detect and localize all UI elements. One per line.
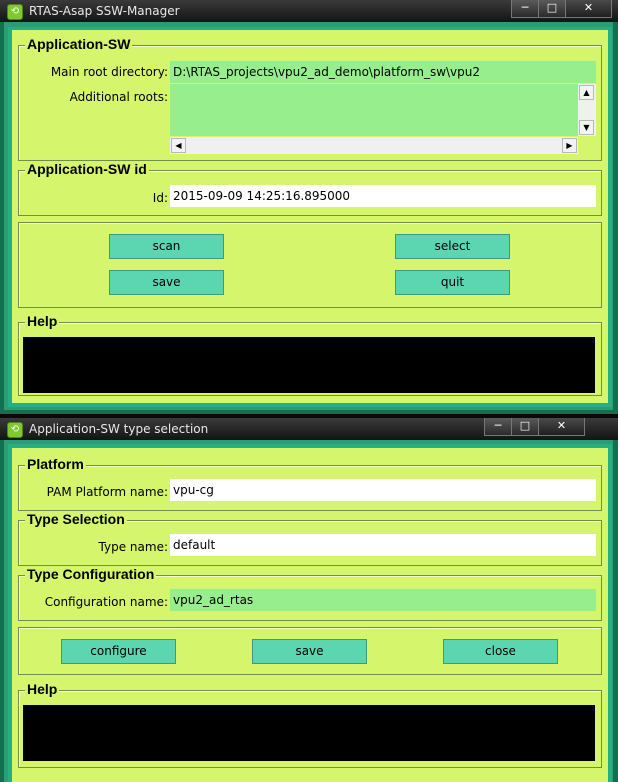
type-name-label: Type name: — [98, 540, 168, 554]
group-title: Help — [25, 313, 60, 329]
window-title: RTAS-Asap SSW-Manager — [29, 4, 180, 18]
id-label: Id: — [152, 191, 168, 205]
window-title: Application-SW type selection — [29, 422, 209, 436]
type-name-field[interactable]: default — [170, 534, 596, 556]
group-title: Type Selection — [25, 511, 127, 527]
platform-group: Platform PAM Platform name: vpu-cg — [18, 456, 602, 511]
ssw-manager-window: ⟲ RTAS-Asap SSW-Manager ─ □ ✕ Applicatio… — [0, 0, 618, 414]
app-icon: ⟲ — [7, 422, 23, 438]
maximize-icon[interactable]: □ — [538, 0, 566, 18]
id-field[interactable]: 2015-09-09 14:25:16.895000 — [170, 185, 596, 207]
group-title: Help — [25, 681, 60, 697]
scroll-up-icon[interactable]: ▲ — [579, 85, 594, 100]
help-area — [23, 705, 595, 761]
help-area — [23, 337, 595, 393]
select-button[interactable]: select — [395, 234, 510, 259]
scroll-down-icon[interactable]: ▼ — [579, 120, 594, 135]
vertical-scrollbar[interactable]: ▲ ▼ — [578, 84, 596, 136]
main-panel: Platform PAM Platform name: vpu-cg Type … — [12, 448, 608, 782]
main-root-field[interactable]: D:\RTAS_projects\vpu2_ad_demo\platform_s… — [170, 61, 596, 83]
close-icon[interactable]: ✕ — [538, 418, 585, 436]
save-button[interactable]: save — [252, 639, 367, 664]
app-icon: ⟲ — [7, 4, 23, 20]
save-button[interactable]: save — [109, 270, 224, 295]
type-selection-window: ⟲ Application-SW type selection ─ □ ✕ Pl… — [0, 418, 618, 782]
maximize-icon[interactable]: □ — [511, 418, 539, 436]
minimize-icon[interactable]: ─ — [511, 0, 539, 18]
type-configuration-group: Type Configuration Configuration name: v… — [18, 566, 602, 621]
title-bar[interactable]: ⟲ Application-SW type selection ─ □ ✕ — [0, 418, 618, 440]
main-root-label: Main root directory: — [50, 65, 168, 79]
application-sw-id-group: Application-SW id Id: 2015-09-09 14:25:1… — [18, 161, 602, 216]
close-button[interactable]: close — [443, 639, 558, 664]
scroll-right-icon[interactable]: ▶ — [562, 138, 577, 153]
actions-group: scan select save quit — [18, 222, 602, 308]
main-panel: Application-SW Main root directory: D:\R… — [12, 30, 608, 403]
configure-button[interactable]: configure — [61, 639, 176, 664]
scan-button[interactable]: scan — [109, 234, 224, 259]
help-group: Help — [18, 681, 602, 768]
additional-roots-list[interactable] — [170, 84, 578, 136]
additional-roots-label: Additional roots: — [69, 90, 168, 104]
help-group: Help — [18, 313, 602, 396]
application-sw-group: Application-SW Main root directory: D:\R… — [18, 36, 602, 161]
actions-group: configure save close — [18, 627, 602, 675]
minimize-icon[interactable]: ─ — [484, 418, 512, 436]
group-title: Application-SW — [25, 36, 133, 52]
horizontal-scrollbar[interactable]: ◀ ▶ — [170, 137, 578, 154]
configuration-name-field[interactable]: vpu2_ad_rtas — [170, 589, 596, 611]
configuration-name-label: Configuration name: — [44, 595, 168, 609]
platform-name-field[interactable]: vpu-cg — [170, 479, 596, 501]
title-bar[interactable]: ⟲ RTAS-Asap SSW-Manager ─ □ ✕ — [0, 0, 618, 22]
quit-button[interactable]: quit — [395, 270, 510, 295]
group-title: Type Configuration — [25, 566, 157, 582]
scroll-left-icon[interactable]: ◀ — [171, 138, 186, 153]
close-icon[interactable]: ✕ — [565, 0, 612, 18]
group-title: Platform — [25, 456, 86, 472]
type-selection-group: Type Selection Type name: default — [18, 511, 602, 566]
group-title: Application-SW id — [25, 161, 149, 177]
platform-name-label: PAM Platform name: — [46, 485, 168, 499]
